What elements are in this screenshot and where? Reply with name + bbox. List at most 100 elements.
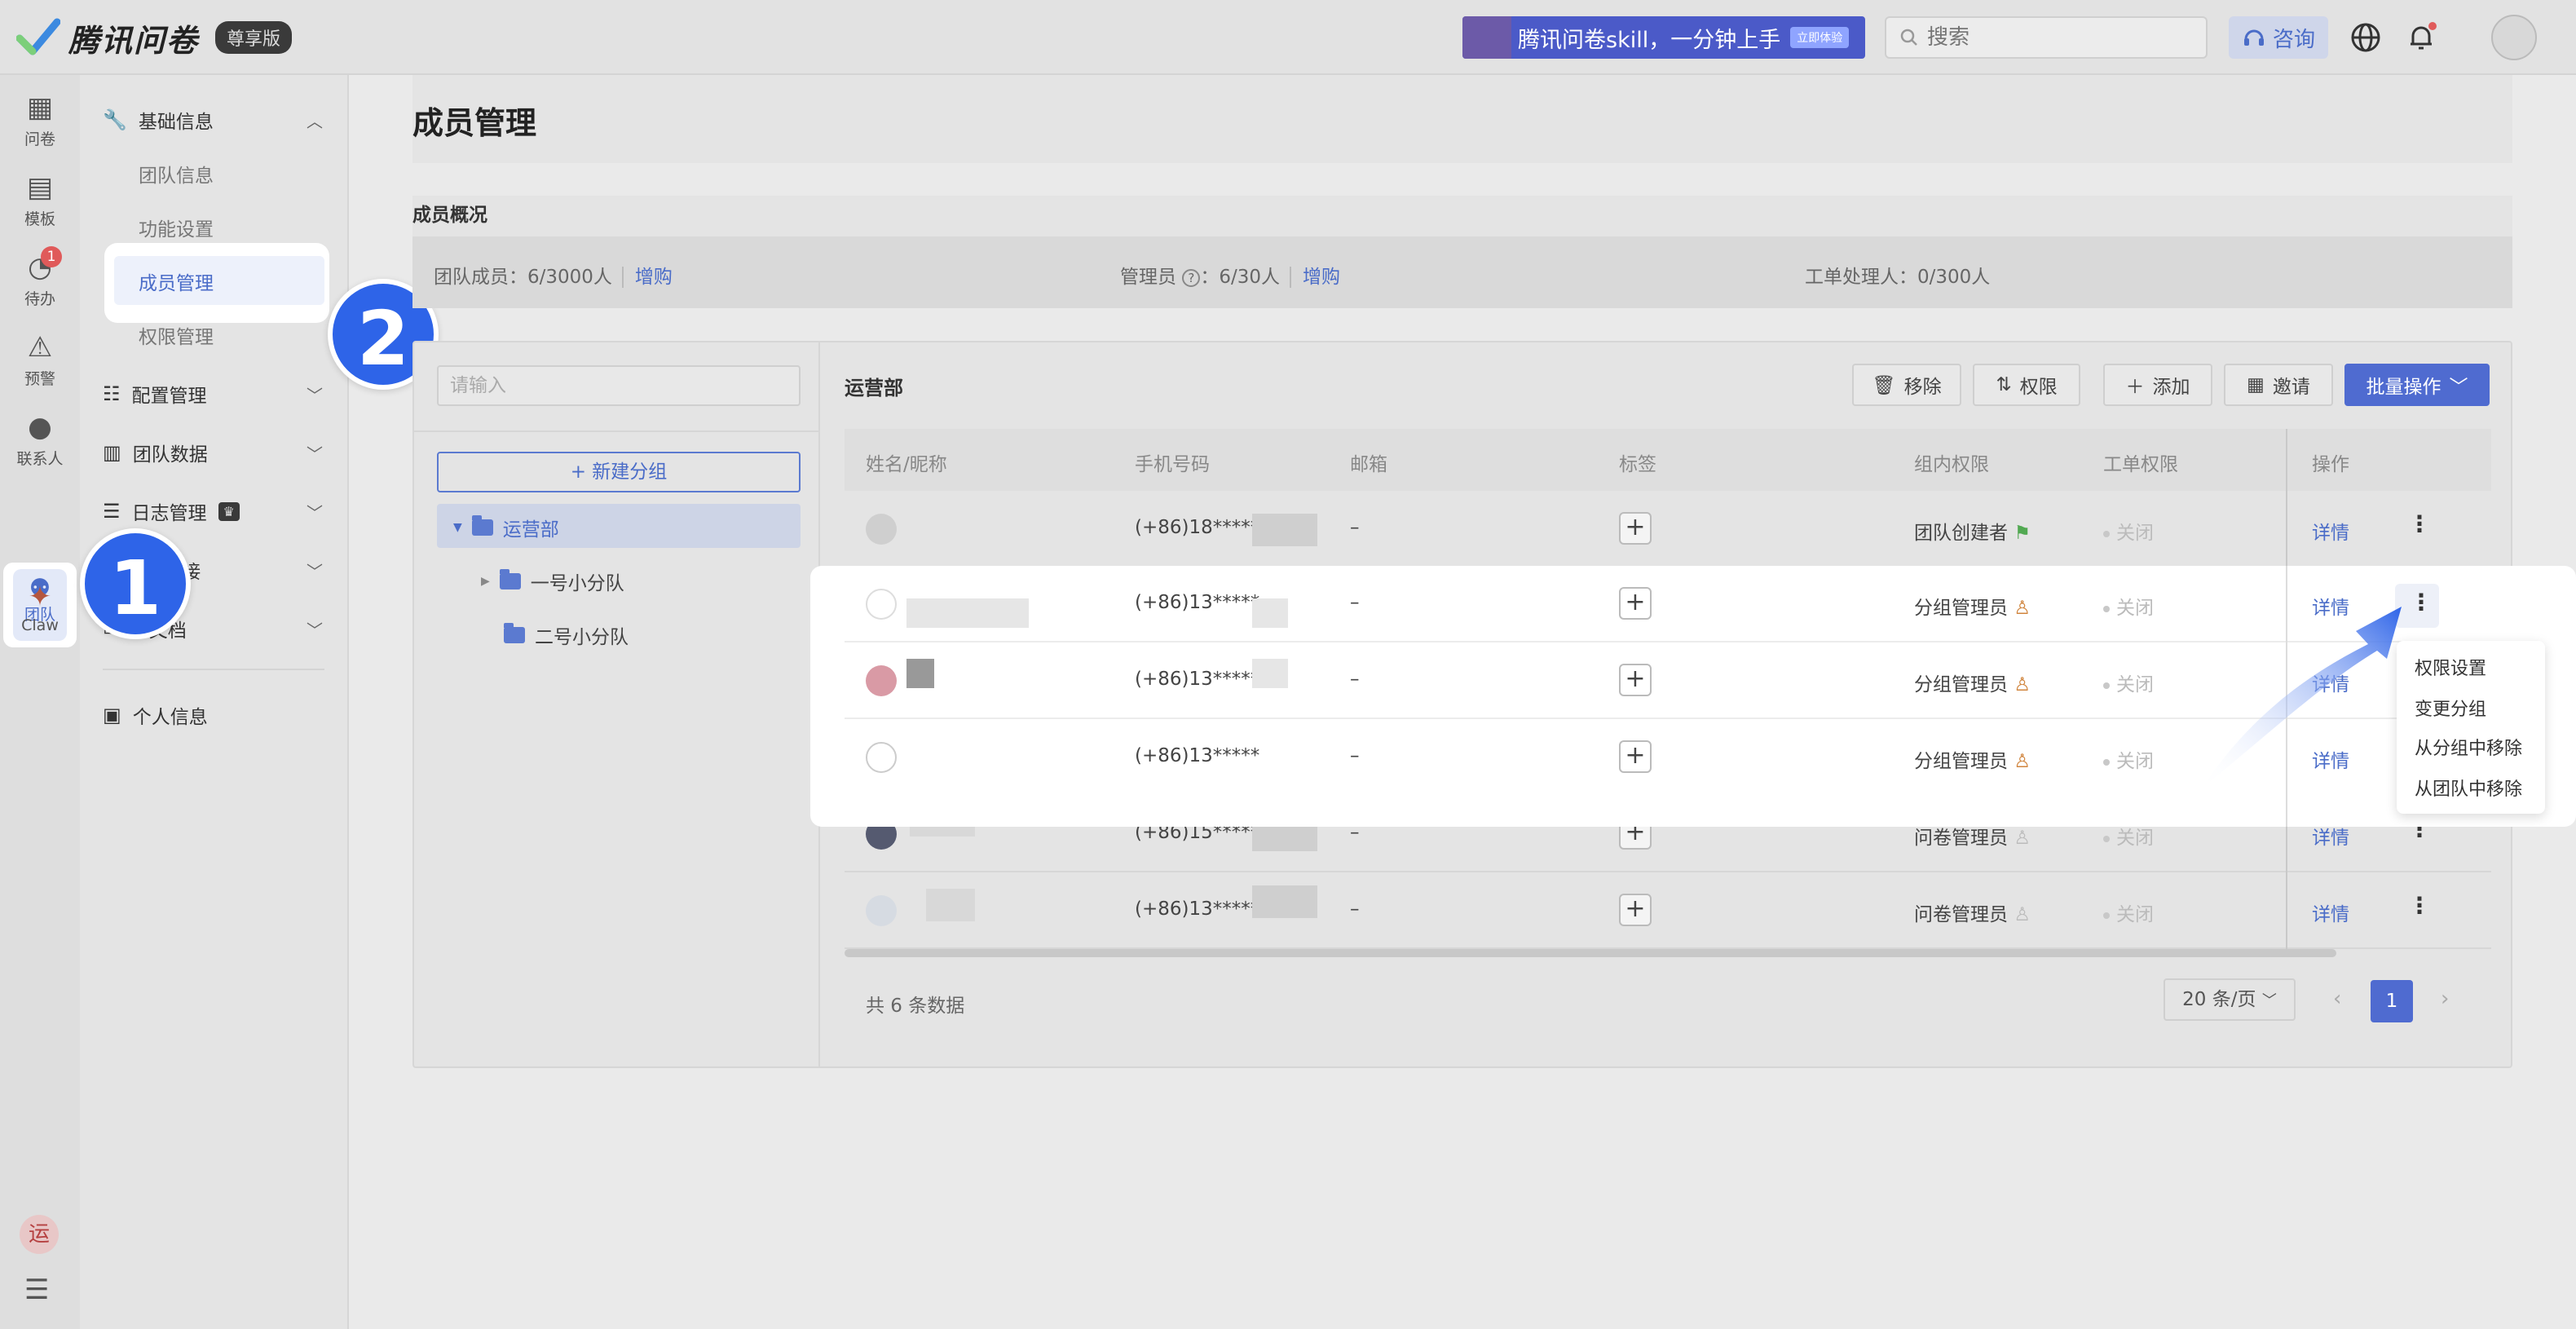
rail-item-warning[interactable]: ⚠ 预警 — [0, 331, 80, 389]
tree-node-team-2[interactable]: 二号小分队 — [504, 621, 629, 649]
bell-icon[interactable] — [2405, 21, 2437, 54]
chevron-up-icon: ︿ — [307, 111, 323, 131]
buy-admins-link[interactable]: 增购 — [1289, 267, 1340, 288]
plus-icon: ＋ — [2125, 377, 2145, 398]
add-tag-button[interactable]: + — [1619, 740, 1652, 773]
template-icon: ▤ — [26, 171, 54, 204]
nav-item-member-management[interactable]: 成员管理 — [139, 267, 214, 295]
remove-button[interactable]: 🗑 移除 — [1852, 364, 1961, 406]
invite-button[interactable]: ▦ 邀请 — [2224, 364, 2333, 406]
menu-icon[interactable]: ☰ — [24, 1274, 49, 1306]
email-cell: – — [1350, 745, 1360, 766]
consult-button[interactable]: 咨询 — [2229, 16, 2328, 59]
medal-icon: ♙ — [2014, 674, 2031, 695]
rail-item-contacts[interactable]: ● 联系人 — [0, 411, 80, 469]
total-count: 共 6 条数据 — [866, 996, 965, 1017]
nav-group-log[interactable]: ☰ 日志管理 ♛ ﹀ — [103, 497, 323, 525]
banner-text: 腾讯问卷skill，一分钟上手 — [1518, 27, 1781, 53]
phone-cell: (+86)13***** — [1135, 592, 1260, 613]
menu-item-remove-from-team[interactable]: 从团队中移除 — [2415, 775, 2522, 801]
workspace-avatar[interactable]: 运 — [20, 1215, 59, 1254]
phone-cell: (+86)13***** — [1135, 745, 1260, 766]
page-size-select[interactable]: 20 条/页 ﹀ — [2164, 978, 2296, 1021]
role-cell: 分组管理员 ♙ — [1914, 745, 2031, 773]
consult-label: 咨询 — [2272, 27, 2315, 52]
add-tag-button[interactable]: + — [1619, 664, 1652, 696]
ticket-cell: 关闭 — [2103, 517, 2154, 545]
add-tag-button[interactable]: + — [1619, 512, 1652, 545]
button-label: 权限 — [2019, 377, 2058, 398]
add-tag-button[interactable]: + — [1619, 587, 1652, 620]
prev-page-icon[interactable]: ‹ — [2333, 987, 2341, 1011]
column-header: 组内权限 — [1914, 454, 1989, 475]
sliders-icon: ⇅ — [1996, 374, 2012, 395]
horizontal-scrollbar[interactable] — [845, 949, 2336, 957]
tree-node-label: 运营部 — [502, 519, 559, 541]
redaction — [1252, 514, 1317, 546]
batch-operation-button[interactable]: 批量操作 ﹀ — [2344, 364, 2490, 406]
permission-button[interactable]: ⇅ 权限 — [1973, 364, 2080, 406]
nav-group-basic-info[interactable]: 🔧 基础信息 ︿ — [103, 106, 323, 134]
menu-item-change-group[interactable]: 变更分组 — [2415, 695, 2486, 721]
row-action-menu: 权限设置 变更分组 从分组中移除 从团队中移除 — [2397, 641, 2545, 814]
tree-node-root[interactable]: ▼ 运营部 — [453, 514, 559, 541]
rail-label: 问卷 — [24, 130, 55, 148]
search-input[interactable] — [1927, 25, 2188, 50]
new-group-button[interactable]: + 新建分组 — [437, 452, 801, 492]
avatar — [866, 665, 897, 696]
nav-item-team-info[interactable]: 团队信息 — [139, 160, 214, 188]
role-label: 问卷管理员 — [1914, 904, 2008, 925]
button-label: 批量操作 — [2366, 377, 2441, 398]
app-logo[interactable]: 腾讯问卷 尊享版 — [16, 15, 293, 60]
menu-item-remove-from-group[interactable]: 从分组中移除 — [2415, 734, 2522, 760]
nav-item-feature-settings[interactable]: 功能设置 — [139, 214, 214, 241]
nav-item-permission-management[interactable]: 权限管理 — [139, 321, 214, 349]
caret-down-icon: ▼ — [453, 521, 462, 534]
email-cell: – — [1350, 899, 1360, 920]
column-header: 标签 — [1619, 454, 1656, 475]
rail-item-questionnaire[interactable]: ▦ 问卷 — [0, 91, 80, 149]
ticket-cell: 关闭 — [2103, 899, 2154, 926]
avatar — [866, 895, 897, 926]
role-cell: 问卷管理员 ♙ — [1914, 899, 2031, 926]
buy-members-link[interactable]: 增购 — [621, 267, 673, 288]
menu-item-permission-settings[interactable]: 权限设置 — [2415, 654, 2486, 680]
page-title: 成员管理 — [412, 105, 537, 141]
button-label: 邀请 — [2272, 377, 2310, 398]
add-button[interactable]: ＋ 添加 — [2103, 364, 2212, 406]
rail-item-template[interactable]: ▤ 模板 — [0, 171, 80, 229]
nav-group-config[interactable]: ☷ 配置管理 ﹀ — [103, 380, 323, 408]
detail-link[interactable]: 详情 — [2312, 517, 2349, 545]
skill-banner[interactable]: 腾讯问卷skill，一分钟上手 立即体验 — [1462, 16, 1865, 59]
status-dot — [2103, 758, 2110, 766]
todo-badge: 1 — [41, 246, 62, 267]
more-icon[interactable]: ⋮ — [2408, 510, 2431, 537]
more-icon[interactable]: ⋮ — [2408, 892, 2431, 919]
nav-item-personal-info[interactable]: ▣ 个人信息 — [103, 701, 323, 729]
globe-icon[interactable] — [2349, 21, 2382, 54]
user-avatar[interactable] — [2491, 15, 2537, 60]
nav-group-team-data[interactable]: ▥ 团队数据 ﹀ — [103, 439, 323, 466]
rail-item-claw[interactable]: ✦ Claw — [0, 581, 80, 634]
rail-item-todo[interactable]: ◔ 待办 — [0, 251, 80, 309]
help-icon[interactable]: ? — [1182, 268, 1201, 287]
app-name: 腾讯问卷 — [68, 22, 200, 59]
add-tag-button[interactable]: + — [1619, 894, 1652, 926]
banner-tag[interactable]: 立即体验 — [1790, 27, 1850, 48]
admins-count: ：6/30人 — [1200, 267, 1280, 288]
detail-link[interactable]: 详情 — [2312, 899, 2349, 926]
trash-icon: 🗑 — [1872, 374, 1896, 396]
page-button-current[interactable]: 1 — [2371, 980, 2413, 1022]
avatar — [866, 514, 897, 545]
folder-icon — [471, 515, 493, 536]
sliders-icon: ☷ — [103, 382, 121, 405]
tree-node-team-1[interactable]: ▶ 一号小分队 — [481, 567, 624, 595]
next-page-icon[interactable]: › — [2441, 987, 2449, 1011]
tree-search-input[interactable]: 请输入 — [437, 365, 801, 406]
id-card-icon: ▣ — [103, 704, 121, 726]
ticket-status: 关闭 — [2116, 598, 2154, 619]
more-icon[interactable]: ⋮ — [2410, 589, 2433, 616]
admins-label: 管理员 — [1120, 267, 1176, 288]
ticket-status: 关闭 — [2116, 828, 2154, 849]
search-box[interactable] — [1885, 16, 2208, 59]
